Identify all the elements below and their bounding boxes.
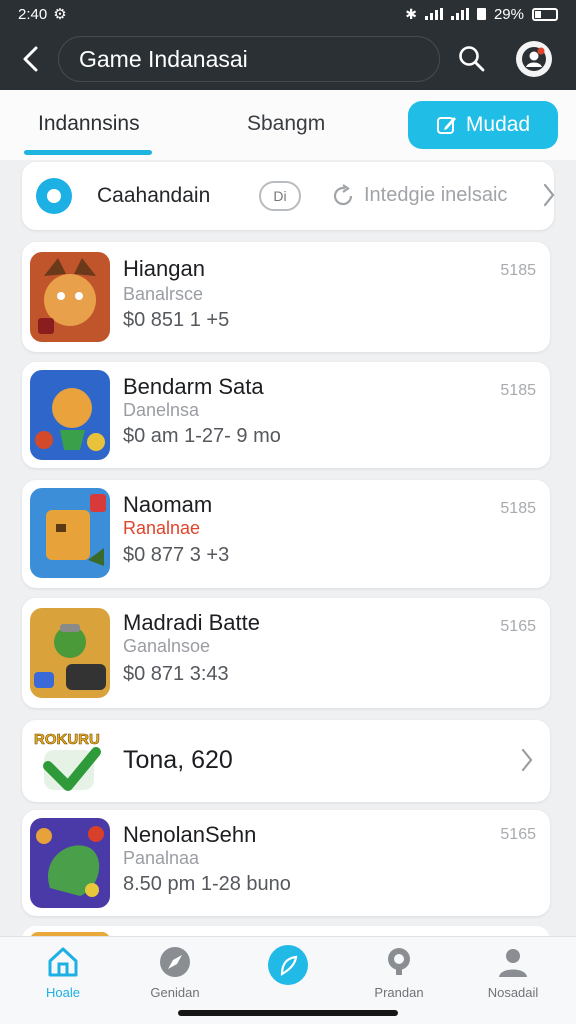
game-price: $0 am 1-27- 9 mo [123, 425, 281, 447]
game-card[interactable]: Bendarm Sata Danelnsa $0 am 1-27- 9 mo 5… [22, 362, 550, 468]
battery-percent: 29% [493, 5, 524, 23]
promo-title: Tona, 620 [123, 746, 233, 774]
game-card[interactable]: Hiangan Banalrsce $0 851 1 +5 5185 [22, 242, 550, 352]
game-title: Madradi Batte [123, 610, 260, 635]
center-action-button[interactable] [268, 945, 308, 985]
filter-chip[interactable]: Di [259, 181, 301, 211]
nav-profile-label: Nosadail [487, 985, 539, 1000]
nav-prandan-label: Prandan [374, 985, 424, 1000]
promo-logo: ROKURU [32, 726, 110, 798]
game-code: 5185 [500, 500, 536, 517]
status-bar: 2:40 ⚙ ✱ 29% [0, 0, 576, 28]
mudad-button[interactable]: Mudad [408, 101, 558, 149]
filter-label: Caahandain [97, 184, 211, 207]
nav-home-label: Hoale [46, 985, 80, 1000]
promo-badge-text: ROKURU [34, 731, 100, 748]
game-title: Naomam [123, 492, 213, 517]
home-icon [48, 947, 78, 977]
game-thumbnail [30, 488, 110, 578]
bluetooth-icon: ✱ [405, 5, 417, 22]
trophy-icon [388, 948, 410, 975]
nav-home[interactable]: Hoale [8, 945, 118, 1000]
compass-icon [160, 947, 190, 977]
game-title: NenolanSehn [123, 822, 257, 847]
mudad-button-label: Mudad [465, 113, 531, 136]
game-card[interactable]: NenolanSehn Panalnaa 8.50 pm 1-28 buno 5… [22, 810, 550, 916]
battery-icon [532, 7, 558, 21]
signal-icon-2 [450, 8, 469, 20]
game-subtitle: Panalnaa [123, 848, 200, 868]
settings-icon: ⚙ [53, 6, 67, 23]
nav-center[interactable] [233, 945, 343, 985]
nav-genidan-label: Genidan [150, 985, 200, 1000]
sim-icon [476, 8, 486, 20]
game-price: $0 877 3 +3 [123, 544, 230, 566]
leaf-icon [280, 955, 298, 976]
game-price: 8.50 pm 1-28 buno [123, 873, 291, 895]
profile-avatar[interactable] [516, 41, 552, 77]
nav-profile[interactable]: Nosadail [458, 945, 568, 1000]
app-bar: Game Indanasai [0, 28, 576, 90]
nav-prandan[interactable]: Prandan [344, 945, 454, 1000]
edit-icon [436, 117, 456, 134]
game-code: 5165 [500, 826, 536, 843]
active-tab-indicator [24, 150, 152, 155]
game-price: $0 851 1 +5 [123, 309, 230, 331]
page-title-text: Game Indanasai [79, 45, 248, 72]
filter-hint: Intedgie inelsaic [364, 184, 508, 206]
game-code: 5165 [500, 618, 536, 635]
tab-sbangm[interactable]: Sbangm [247, 112, 325, 136]
game-price: $0 871 3:43 [123, 663, 229, 685]
home-indicator [178, 1010, 398, 1016]
back-arrow-icon [23, 46, 38, 72]
chevron-right-icon[interactable] [542, 182, 556, 208]
tab-indannsins[interactable]: Indannsins [38, 112, 140, 136]
tab-bar: Indannsins Sbangm Mudad [0, 90, 576, 160]
game-thumbnail [30, 252, 110, 342]
back-button[interactable] [0, 28, 62, 90]
status-time: 2:40 [18, 5, 48, 23]
filter-status-icon [36, 178, 72, 214]
game-title: Hiangan [123, 256, 205, 281]
user-icon [522, 47, 546, 71]
game-card[interactable]: Madradi Batte Ganalnsoe $0 871 3:43 5165 [22, 598, 550, 708]
promo-card[interactable]: ROKURU Tona, 620 [22, 720, 550, 802]
signal-icon [424, 8, 443, 20]
game-thumbnail [30, 608, 110, 698]
game-title: Bendarm Sata [123, 374, 264, 399]
game-subtitle: Ganalnsoe [123, 636, 211, 656]
game-thumbnail [30, 818, 110, 908]
game-code: 5185 [500, 382, 536, 399]
page-title: Game Indanasai [58, 36, 440, 82]
game-subtitle: Banalrsce [123, 284, 204, 304]
game-card[interactable]: Naomam Ranalnae $0 877 3 +3 5185 [22, 480, 550, 588]
game-thumbnail [30, 370, 110, 460]
game-subtitle: Ranalnae [123, 518, 201, 538]
chevron-right-icon[interactable] [520, 747, 534, 773]
search-button[interactable] [452, 39, 492, 79]
nav-genidan[interactable]: Genidan [120, 945, 230, 1000]
refresh-icon[interactable] [331, 184, 357, 208]
search-icon [459, 46, 485, 72]
filter-bar[interactable]: Caahandain Di Intedgie inelsaic [22, 162, 556, 230]
person-icon [499, 949, 527, 977]
game-subtitle: Danelnsa [123, 400, 200, 420]
game-code: 5185 [500, 262, 536, 279]
